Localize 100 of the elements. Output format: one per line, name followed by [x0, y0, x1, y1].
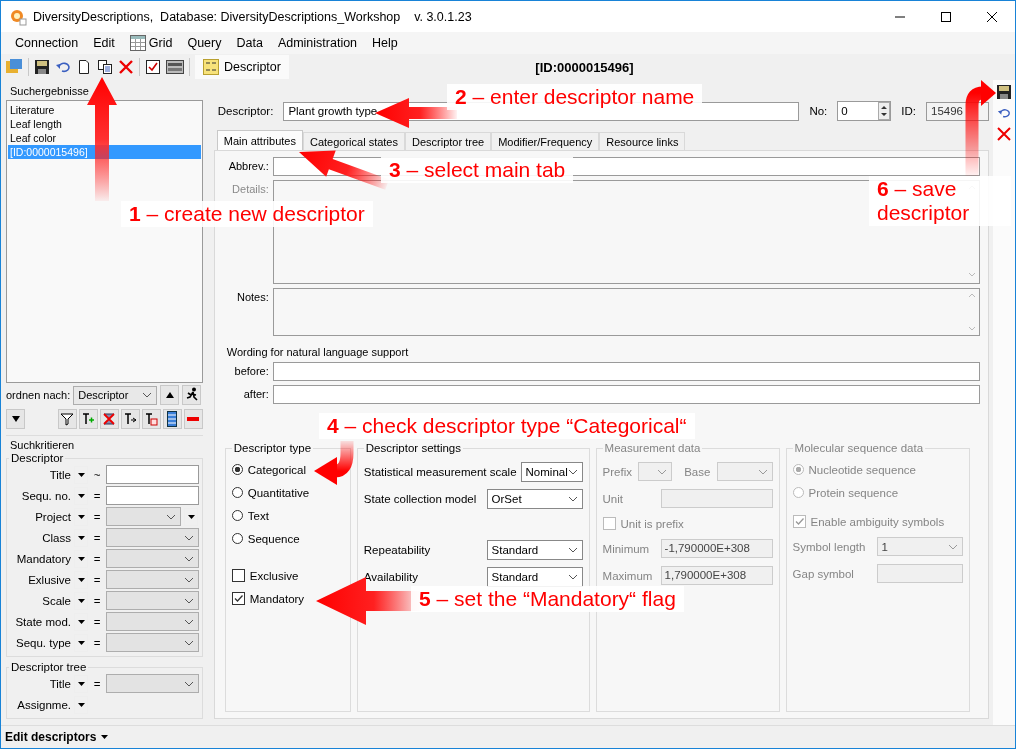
list-icon	[167, 411, 178, 427]
window-title: DiversityDescriptions, Database: DiversityDescriptions_Workshop v. 3.0.1.23	[33, 9, 472, 24]
radio-label: Categorical	[247, 463, 306, 476]
dropdown[interactable]: OrSet	[486, 488, 583, 509]
menu-item[interactable]: Query	[181, 36, 231, 50]
copy-icon[interactable]	[97, 59, 113, 75]
chevron-down-icon	[757, 468, 768, 475]
radio-label: Nucleotide sequence	[808, 463, 916, 476]
dropdown[interactable]: Nominal	[520, 461, 583, 482]
caret-icon	[77, 577, 85, 582]
radio-label: Protein sequence	[808, 486, 899, 499]
checkbox-icon[interactable]	[145, 59, 161, 75]
sort-dropdown[interactable]: Descriptor	[73, 385, 158, 405]
insert-criteria-button[interactable]	[120, 409, 140, 429]
step-tooltip: 6 – save descriptor	[869, 176, 1011, 226]
menu-item[interactable]: Administration	[271, 36, 367, 50]
checkbox-label: Enable ambiguity symbols	[810, 515, 945, 528]
field-label: after:	[242, 387, 269, 400]
arrow	[314, 441, 354, 485]
remove-button[interactable]	[183, 409, 203, 429]
field-label: Minimum	[602, 542, 650, 555]
menu-item[interactable]: Edit	[87, 36, 124, 50]
criteria-label: Mandatory	[15, 552, 71, 565]
input-field[interactable]	[106, 465, 199, 484]
chevron-down-icon	[184, 534, 194, 541]
field-label: Abbrev.:	[227, 159, 269, 172]
tab[interactable]: Categorical states	[302, 132, 405, 150]
clear-criteria-button[interactable]	[99, 409, 119, 429]
input-field[interactable]	[272, 362, 980, 381]
menu-item[interactable]: Connection	[9, 36, 88, 50]
input-field[interactable]	[106, 486, 199, 505]
status-dropdown[interactable]: Edit descriptors	[1, 727, 113, 747]
checkbox-label: Unit is prefix	[620, 517, 684, 530]
undo-icon[interactable]	[997, 106, 1011, 120]
chevron-down-icon	[184, 618, 194, 625]
spinner-arrows-icon	[878, 102, 891, 120]
tree-filter-icon	[144, 412, 159, 426]
run-button[interactable]	[182, 385, 202, 405]
chevron-down-icon	[567, 546, 578, 553]
delete-icon[interactable]	[118, 59, 134, 75]
save-icon[interactable]	[996, 84, 1012, 100]
radio-button[interactable]	[231, 533, 243, 544]
dropdown[interactable]: Standard	[486, 566, 583, 587]
text-area[interactable]	[272, 288, 980, 336]
sort-ascending-button[interactable]	[160, 385, 180, 405]
filter-button[interactable]	[57, 409, 77, 429]
descriptor-icon	[203, 59, 219, 75]
field-label: before:	[233, 364, 269, 377]
field-label: Unit	[602, 492, 623, 505]
number-spinner[interactable]: 0	[837, 101, 892, 121]
grid-icon	[129, 35, 146, 51]
panel-title: Suchkritieren	[9, 438, 76, 452]
field-label: Gap symbol	[792, 567, 854, 580]
descriptor-tab[interactable]: Descriptor	[195, 55, 289, 79]
step-tooltip: 1 – create new descriptor	[121, 201, 373, 227]
menu-item[interactable]: Help	[366, 36, 407, 50]
chevron-down-icon	[166, 513, 176, 520]
criteria-label: Scale	[41, 594, 71, 607]
criteria-label: Assignme.	[16, 698, 71, 711]
field-label: Statistical measurement scale	[363, 465, 517, 478]
tab[interactable]: Main attributes	[216, 130, 303, 150]
field-label: No:	[808, 105, 829, 117]
tab[interactable]: Resource links	[599, 132, 686, 150]
delete-icon[interactable]	[996, 126, 1012, 142]
list-item[interactable]: Literature	[8, 103, 201, 117]
text-area[interactable]	[272, 180, 980, 284]
tab[interactable]: Modifier/Frequency	[491, 132, 600, 150]
filter-icon	[60, 412, 75, 426]
new-document-icon[interactable]	[76, 59, 92, 75]
checkbox[interactable]	[231, 569, 245, 582]
minus-icon	[187, 417, 200, 421]
list-item[interactable]: Leaf color	[8, 131, 201, 145]
radio-button[interactable]	[231, 487, 243, 498]
caret-icon	[77, 514, 85, 519]
radio-button[interactable]	[231, 464, 243, 475]
dropdown-button[interactable]	[6, 409, 25, 429]
operator-symbol: =	[92, 489, 102, 502]
radio-label: Text	[247, 509, 269, 522]
save-icon[interactable]	[34, 59, 50, 75]
radio-button[interactable]	[231, 510, 243, 521]
criteria-label: Sequ. type	[15, 636, 71, 649]
input-field[interactable]	[272, 385, 980, 404]
tab[interactable]: Descriptor tree	[405, 132, 492, 150]
caret-icon	[101, 735, 109, 739]
tree-filter-button[interactable]	[141, 409, 161, 429]
table-icon[interactable]	[166, 59, 184, 75]
windows-icon[interactable]	[5, 58, 23, 76]
caret-icon	[77, 493, 85, 498]
menu-item[interactable]: Grid	[123, 35, 182, 51]
add-criteria-icon	[81, 412, 96, 426]
step-tooltip: 3 – select main tab	[381, 157, 574, 183]
add-criteria-button[interactable]	[78, 409, 98, 429]
field-label: Repeatability	[363, 543, 431, 556]
list-button[interactable]	[162, 409, 182, 429]
dropdown[interactable]: Standard	[486, 539, 583, 560]
group-title: Measurement data	[603, 442, 702, 454]
list-item[interactable]: Leaf length	[8, 117, 201, 131]
checkbox[interactable]	[231, 592, 245, 605]
criteria-label: Class	[41, 531, 71, 544]
menu-item[interactable]: Data	[230, 36, 272, 50]
